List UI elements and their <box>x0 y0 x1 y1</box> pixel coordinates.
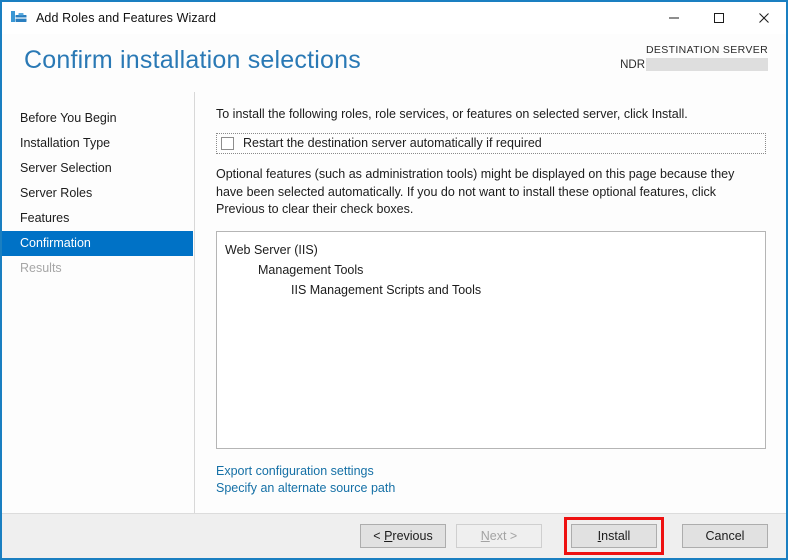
intro-instruction-text: To install the following roles, role ser… <box>216 107 688 121</box>
selected-features-listbox[interactable]: Web Server (IIS) Management Tools IIS Ma… <box>216 230 766 449</box>
wizard-footer: < Previous Next > Install Cancel <box>2 513 786 558</box>
page-header: Confirm installation selections DESTINAT… <box>2 34 786 92</box>
sidebar-item-confirmation[interactable]: Confirmation <box>2 231 193 256</box>
maximize-icon[interactable] <box>696 2 741 34</box>
content-links: Export configuration settings Specify an… <box>216 463 766 497</box>
close-icon[interactable] <box>741 2 786 34</box>
specify-alternate-source-path-link[interactable]: Specify an alternate source path <box>216 480 766 497</box>
wizard-body: Before You Begin Installation Type Serve… <box>2 92 786 513</box>
destination-server-label: DESTINATION SERVER <box>645 44 768 56</box>
sidebar-item-features[interactable]: Features <box>2 206 194 231</box>
redaction-block <box>646 58 768 71</box>
wizard-content-pane: To install the following roles, role ser… <box>195 92 786 513</box>
roles-features-toolbox-icon <box>10 9 28 27</box>
restart-server-checkbox[interactable] <box>221 136 234 150</box>
list-item: Web Server (IIS) <box>225 242 318 257</box>
optional-features-note: Optional features (such as administratio… <box>216 167 735 216</box>
window-controls <box>651 2 786 34</box>
sidebar-item-server-roles[interactable]: Server Roles <box>2 181 194 206</box>
destination-server-block: DESTINATION SERVER NDR <box>620 44 768 71</box>
wizard-step-sidebar: Before You Begin Installation Type Serve… <box>2 92 195 513</box>
window-title: Add Roles and Features Wizard <box>36 11 217 25</box>
install-button-highlight: Install <box>564 517 664 555</box>
next-button-label: Next > <box>480 529 518 543</box>
minimize-icon[interactable] <box>651 2 696 34</box>
sidebar-item-server-selection[interactable]: Server Selection <box>2 156 194 181</box>
destination-server-name: NDR <box>620 58 645 71</box>
cancel-button-label: Cancel <box>705 529 745 543</box>
sidebar-item-before-you-begin[interactable]: Before You Begin <box>2 106 194 131</box>
sidebar-item-results: Results <box>20 261 62 275</box>
page-title: Confirm installation selections <box>24 46 361 74</box>
restart-server-checkbox-label: Restart the destination server automatic… <box>243 136 542 150</box>
restart-checkbox-row[interactable]: Restart the destination server automatic… <box>216 133 766 154</box>
install-button[interactable]: Install <box>571 524 657 548</box>
list-item: Management Tools <box>258 262 364 277</box>
next-button: Next > <box>456 524 542 548</box>
destination-server-value-row: NDR <box>620 58 768 71</box>
previous-button[interactable]: < Previous <box>360 524 446 548</box>
install-button-label: Install <box>597 529 631 543</box>
title-bar: Add Roles and Features Wizard <box>2 2 786 34</box>
sidebar-item-installation-type[interactable]: Installation Type <box>2 131 194 156</box>
export-configuration-settings-link[interactable]: Export configuration settings <box>216 463 766 480</box>
previous-button-label: < Previous <box>373 529 433 543</box>
list-item: IIS Management Scripts and Tools <box>291 282 482 297</box>
add-roles-features-wizard-window: Add Roles and Features Wizard Confirm in… <box>0 0 788 560</box>
cancel-button[interactable]: Cancel <box>682 524 768 548</box>
